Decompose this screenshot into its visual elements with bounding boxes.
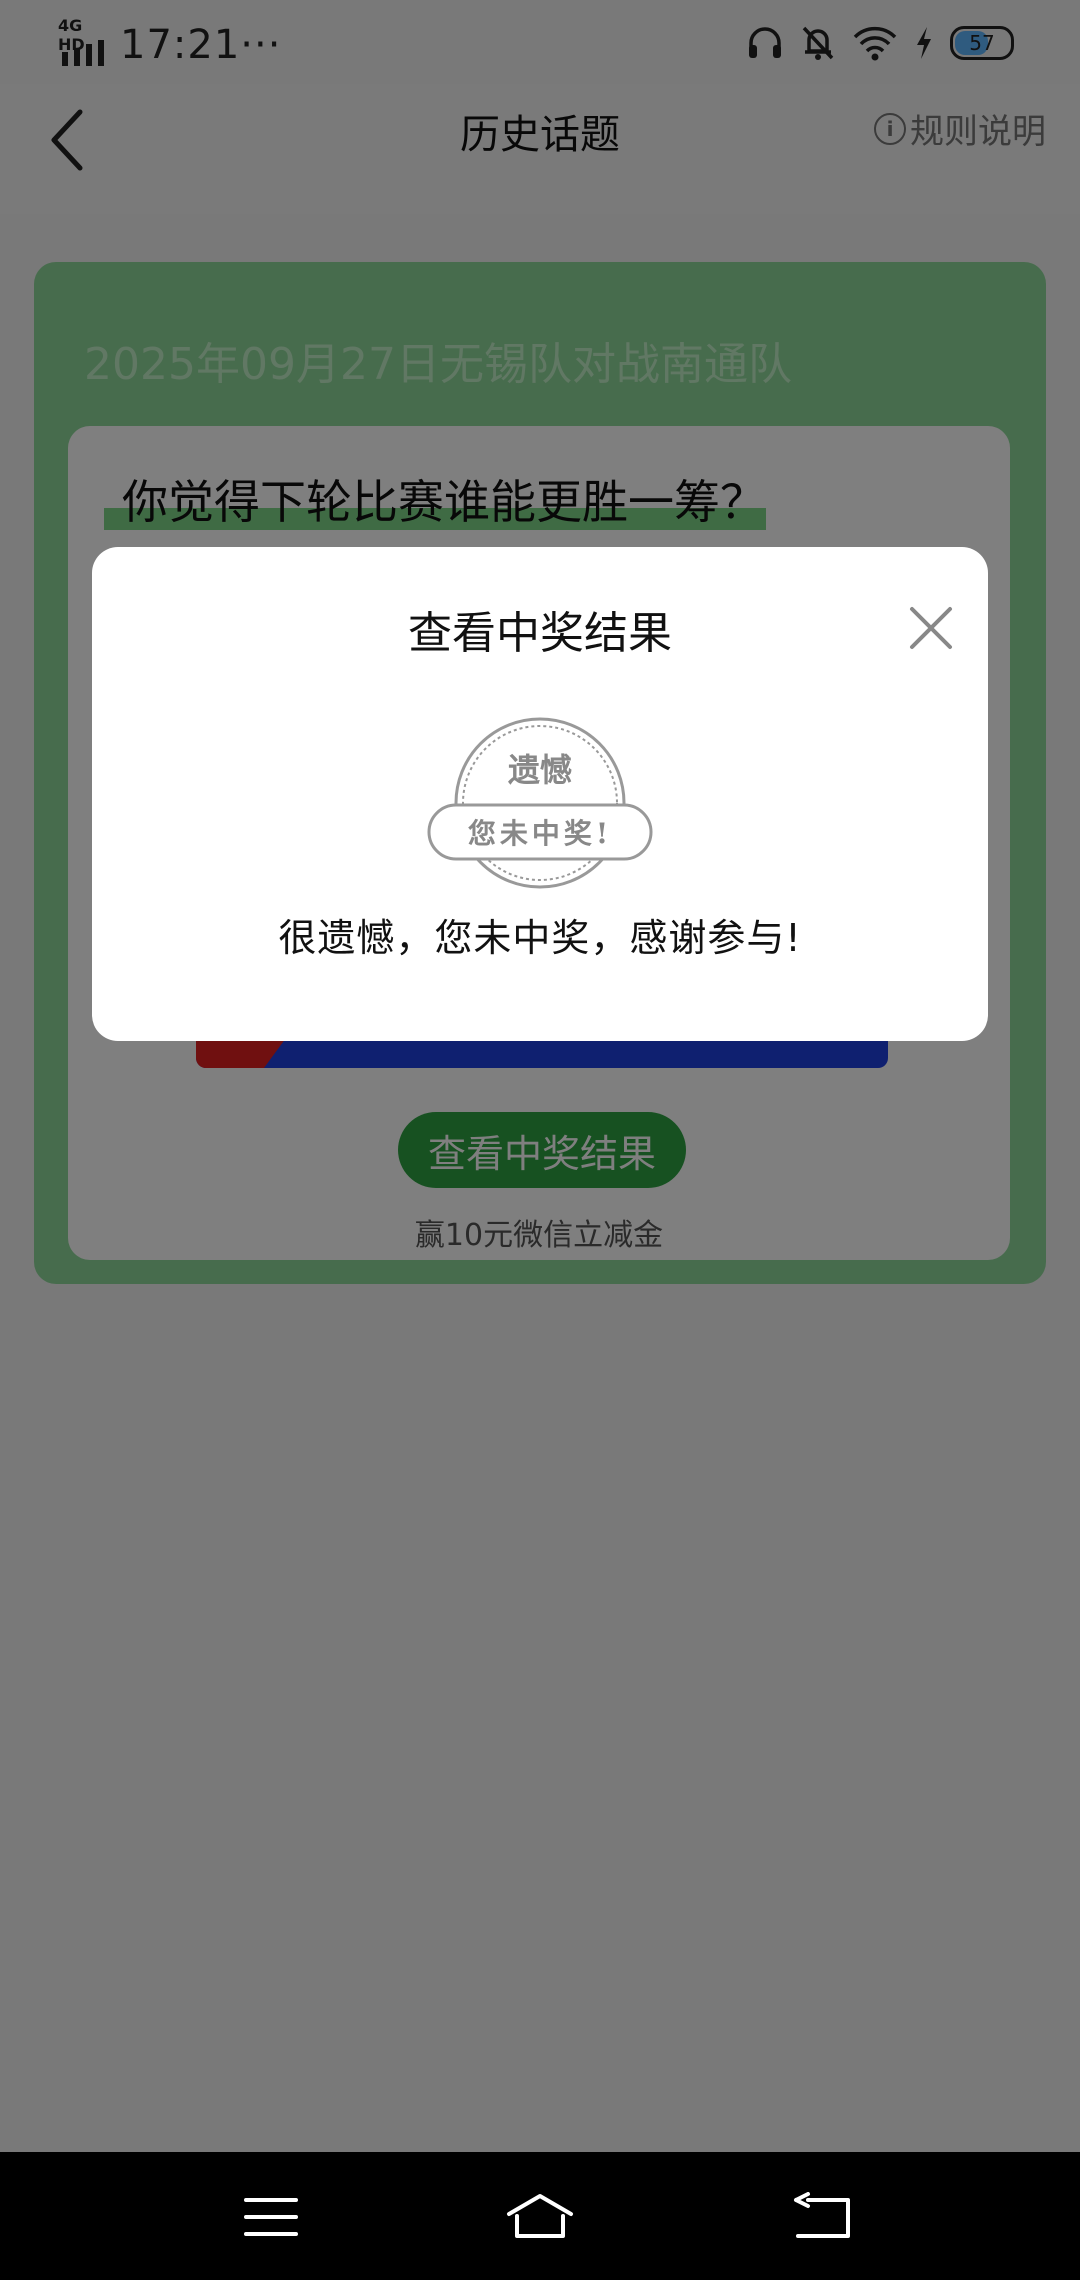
result-dialog: 查看中奖结果 遗憾 您未中奖! 很遗憾，您未中奖，感谢参与!: [92, 547, 988, 1041]
no-win-stamp-icon: 遗憾 您未中奖!: [427, 717, 653, 889]
back-icon[interactable]: [788, 2192, 858, 2242]
system-nav-bar: [0, 2152, 1080, 2280]
battery-level: 57: [969, 31, 995, 55]
stamp-banner-text: 您未中奖!: [468, 817, 612, 850]
home-icon[interactable]: [505, 2192, 575, 2242]
screen: 4G HD 17:21···: [0, 0, 1080, 2280]
stamp-top-text: 遗憾: [508, 751, 572, 789]
menu-icon[interactable]: [236, 2192, 306, 2242]
dialog-title: 查看中奖结果: [408, 608, 672, 659]
dialog-message: 很遗憾，您未中奖，感谢参与!: [278, 916, 802, 960]
close-icon[interactable]: [906, 603, 956, 653]
modal-overlay[interactable]: [0, 0, 1080, 2152]
